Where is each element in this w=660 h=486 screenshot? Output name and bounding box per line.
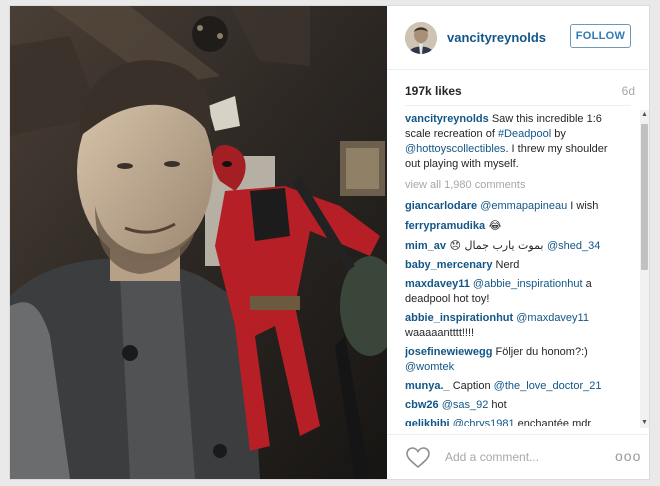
comment-username[interactable]: josefinewiewegg [405,346,492,358]
comment-item: gelikbibi @chrys1981 enchantée mdr [405,417,619,426]
comment-text: Följer du honom?:) [492,346,588,358]
comment-text: enchantée mdr [514,418,592,426]
comment-item: giancarlodare @emmapapineau I wish [405,199,619,214]
post-header: vancityreynolds FOLLOW [387,6,649,70]
comment-item: mim_av 😞 بموت يارب جمال @shed_34 [405,238,619,254]
hashtag-link[interactable]: #Deadpool [498,128,551,140]
comment-mention[interactable]: @abbie_inspirationhut [473,278,583,290]
comments-list: vancityreynolds Saw this incredible 1:6 … [405,112,619,426]
comment-mention[interactable]: @sas_92 [442,399,489,411]
heart-icon[interactable] [406,447,430,469]
post-card: vancityreynolds FOLLOW 197k likes 6d van… [9,5,650,480]
comment-username[interactable]: giancarlodare [405,200,477,212]
comment-mention[interactable]: @emmapapineau [480,200,567,212]
comment-username[interactable]: abbie_inspirationhut [405,312,513,324]
caption: vancityreynolds Saw this incredible 1:6 … [405,112,619,172]
caption-username[interactable]: vancityreynolds [405,113,489,125]
comment-mention[interactable]: @the_love_doctor_21 [494,380,602,392]
comment-text: 😞 بموت يارب جمال [445,239,547,252]
post-age[interactable]: 6d [622,84,635,98]
likes-count[interactable]: 197k likes [405,84,462,98]
add-comment-input[interactable] [445,446,605,468]
more-options-button[interactable]: ooo [615,448,641,464]
comment-item: maxdavey11 @abbie_inspirationhut a deadp… [405,277,619,307]
comment-mention[interactable]: @maxdavey11 [516,312,589,324]
divider [405,105,631,106]
comment-username[interactable]: ferrypramudika [405,220,485,232]
comment-mention[interactable]: @shed_34 [547,240,600,252]
post-footer: ooo [387,434,649,479]
photo-illustration [10,6,387,479]
caption-text-2: by [551,128,566,140]
comment-username[interactable]: maxdavey11 [405,278,470,290]
comment-item: baby_mercenary Nerd [405,258,619,273]
comment-text: 😂 [485,219,502,232]
scroll-down-icon[interactable]: ▼ [640,418,649,428]
follow-button[interactable]: FOLLOW [570,24,631,48]
username-link[interactable]: vancityreynolds [447,30,546,45]
comment-text: waaaaantttt!!!! [405,327,475,339]
comment-text: Caption [449,380,494,392]
scrollbar-thumb[interactable] [641,124,648,270]
post-photo[interactable] [10,6,387,479]
comment-username[interactable]: cbw26 [405,399,439,411]
comment-mention[interactable]: @womtek [405,361,454,373]
post-sidebar: vancityreynolds FOLLOW 197k likes 6d van… [387,6,649,479]
avatar[interactable] [405,22,437,54]
comments-scrollbar[interactable]: ▲ ▼ [640,110,649,428]
comment-item: abbie_inspirationhut @maxdavey11 waaaaan… [405,311,619,341]
comment-username[interactable]: baby_mercenary [405,259,492,271]
comment-item: ferrypramudika 😂 [405,218,619,234]
mention-link[interactable]: @hottoyscollectibles [405,143,505,155]
scroll-up-icon[interactable]: ▲ [640,110,649,120]
comment-mention[interactable]: @chrys1981 [453,418,515,426]
comment-username[interactable]: mim_av [405,240,446,252]
comment-item: josefinewiewegg Följer du honom?:) @womt… [405,345,619,375]
comment-username[interactable]: gelikbibi [405,418,450,426]
comment-item: munya._ Caption @the_love_doctor_21 [405,379,619,394]
comment-text: Nerd [492,259,520,271]
comment-username[interactable]: munya._ [405,380,450,392]
comment-item: cbw26 @sas_92 hot [405,398,619,413]
avatar-image [405,22,437,54]
view-all-comments-link[interactable]: view all 1,980 comments [405,178,619,193]
comment-text: I wish [567,200,599,212]
comment-text: hot [488,399,507,411]
